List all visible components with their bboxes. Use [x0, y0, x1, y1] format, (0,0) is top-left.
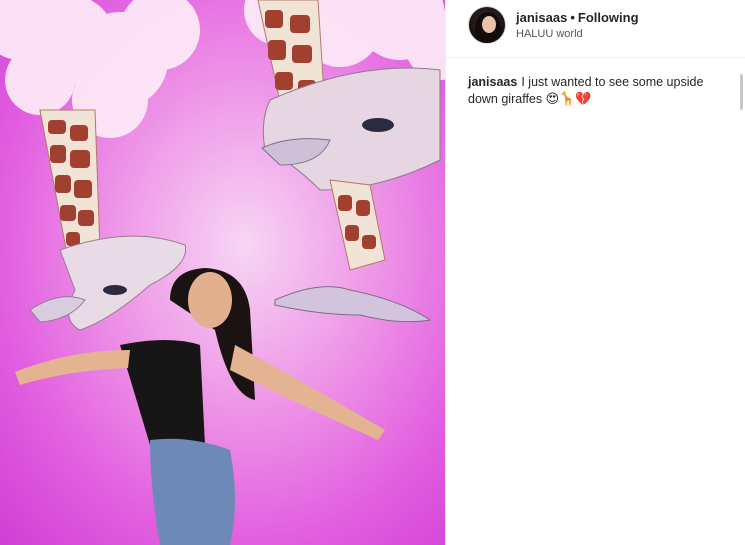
instagram-post: janisaas • Following HALUU world janisaas I… — [0, 0, 745, 545]
post-side-panel: janisaas • Following HALUU world janisaas I… — [445, 0, 745, 545]
post-photo[interactable] — [0, 0, 445, 545]
username-link[interactable]: janisaas — [516, 10, 567, 25]
following-button[interactable]: Following — [578, 10, 639, 25]
flower-cloud-left — [0, 0, 200, 138]
avatar-face — [482, 16, 496, 33]
location-link[interactable]: HALUU world — [516, 28, 583, 40]
caption-username[interactable]: janisaas — [468, 75, 517, 89]
post-caption: janisaas I just wanted to see some upside… — [468, 74, 726, 108]
separator-dot: • — [570, 10, 575, 25]
comments-area: janisaas I just wanted to see some upside… — [446, 62, 745, 545]
user-line: janisaas • Following — [516, 10, 639, 26]
caption-emojis: 😍🦒💔 — [545, 92, 592, 107]
user-avatar[interactable] — [468, 6, 506, 44]
photo-illustration — [0, 0, 445, 545]
scrollbar-thumb[interactable] — [740, 74, 743, 110]
post-header: janisaas • Following HALUU world — [446, 0, 745, 58]
giraffe-left — [29, 109, 187, 331]
